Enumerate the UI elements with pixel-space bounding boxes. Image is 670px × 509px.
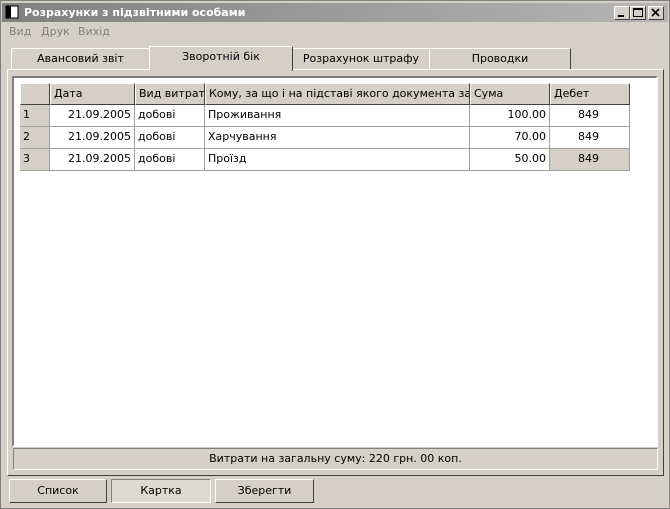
cell-expense-type[interactable]: добові [135,149,205,171]
cell-date[interactable]: 21.09.2005 [50,105,135,127]
cell-expense-type[interactable]: добові [135,105,205,127]
column-header-expense-type[interactable]: Вид витрат [135,83,205,105]
cell-description[interactable]: Харчування [205,127,470,149]
close-icon [651,8,660,17]
window-title: Розрахунки з підзвітними особами [24,6,246,19]
tab-fine-calculation[interactable]: Розрахунок штрафу [292,48,430,70]
tab-advance-report[interactable]: Авансовий звіт [11,48,150,70]
save-button[interactable]: Зберегти [215,479,314,503]
row-indicator[interactable]: 2 [20,127,50,149]
cell-description[interactable]: Проїзд [205,149,470,171]
title-bar[interactable]: Розрахунки з підзвітними особами [2,3,668,22]
column-header-description[interactable]: Кому, за що і на підставі якого документ… [205,83,470,105]
tab-postings[interactable]: Проводки [429,48,571,70]
maximize-button[interactable] [630,6,646,20]
cell-description[interactable]: Проживання [205,105,470,127]
row-indicator[interactable]: 1 [20,105,50,127]
cell-date[interactable]: 21.09.2005 [50,149,135,171]
maximize-icon [633,8,643,17]
menu-print[interactable]: Друк [41,25,70,39]
close-button[interactable] [648,6,664,20]
cell-date[interactable]: 21.09.2005 [50,127,135,149]
cell-debit[interactable]: 849 [550,105,630,127]
cell-sum[interactable]: 70.00 [470,127,550,149]
cell-debit[interactable]: 849 [550,127,630,149]
column-header-sum[interactable]: Сума [470,83,550,105]
app-icon [5,5,19,19]
menu-view[interactable]: Вид [9,25,31,39]
card-button[interactable]: Картка [111,479,211,503]
cell-expense-type[interactable]: добові [135,127,205,149]
column-header-date[interactable]: Дата [50,83,135,105]
cell-sum[interactable]: 100.00 [470,105,550,127]
minimize-icon [618,15,624,17]
header-corner [20,83,50,105]
column-header-debit[interactable]: Дебет [550,83,630,105]
row-indicator[interactable]: 3 [20,149,50,171]
app-window: Розрахунки з підзвітними особами Вид Дру… [0,0,670,509]
total-status: Витрати на загальну суму: 220 грн. 00 ко… [13,448,658,470]
minimize-button[interactable] [614,6,630,20]
tab-reverse-side[interactable]: Зворотній бік [149,46,293,71]
list-button[interactable]: Список [9,479,107,503]
menu-exit[interactable]: Вихід [78,25,110,39]
expenses-grid[interactable]: Дата Вид витрат Кому, за що і на підстав… [12,76,658,447]
cell-sum[interactable]: 50.00 [470,149,550,171]
cell-debit-selected[interactable]: 849 [550,149,630,171]
